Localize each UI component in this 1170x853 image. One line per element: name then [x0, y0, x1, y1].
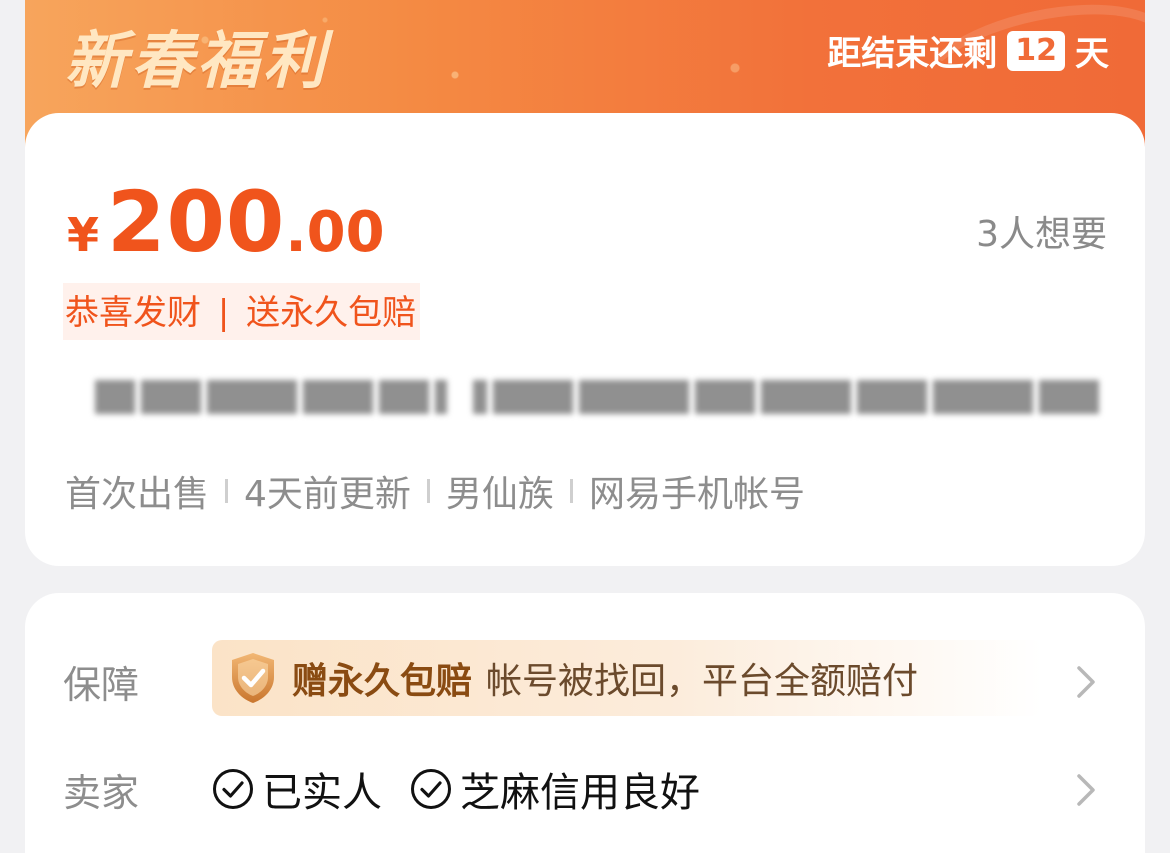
listing-info-card: ¥ 200 .00 3人想要 恭喜发财 | 送永久包赔 首次出售 4天前更新 男…: [25, 113, 1145, 566]
badge-credit: 芝麻信用良好: [410, 760, 700, 818]
seller-label: 卖家: [63, 771, 140, 815]
price-currency: ¥: [67, 208, 100, 262]
meta-divider: [225, 479, 229, 503]
listing-title-redacted: [95, 369, 1105, 425]
meta-updated: 4天前更新: [244, 474, 411, 515]
shield-check-icon: [232, 653, 274, 703]
listing-meta: 首次出售 4天前更新 男仙族 网易手机帐号: [65, 465, 805, 517]
chevron-right-icon: [1077, 774, 1095, 806]
wants-count: 3人想要: [976, 214, 1107, 255]
meta-first-sale: 首次出售: [65, 474, 210, 515]
chevron-right-icon: [1077, 666, 1095, 698]
meta-divider: [569, 479, 573, 503]
guarantee-label: 保障: [63, 663, 140, 707]
guarantee-row[interactable]: 保障 赠永久包赔 帐号被找回，平台全额赔付: [25, 640, 1145, 720]
countdown: 距结束还剩 12 天: [827, 26, 1109, 75]
banner-title: 新春福利: [65, 24, 330, 97]
price-decimal: .00: [285, 200, 385, 265]
seller-row[interactable]: 卖家 已实人 芝麻信用良好: [25, 748, 1145, 828]
guarantee-card: 保障 赠永久包赔 帐号被找回，平台全额赔付 卖家 已实人 芝麻信用良好: [25, 593, 1145, 853]
badge-credit-label: 芝麻信用良好: [460, 770, 700, 816]
seller-badges: 已实人 芝麻信用良好: [212, 760, 700, 818]
meta-divider: [426, 479, 430, 503]
promo-tag-right: 送永久包赔: [246, 293, 417, 333]
countdown-prefix: 距结束还剩: [827, 34, 998, 74]
guarantee-highlight: 赠永久包赔: [292, 661, 473, 702]
badge-verified-label: 已实人: [262, 770, 382, 816]
promo-tag-left: 恭喜发财: [65, 293, 201, 333]
promo-tag: 恭喜发财 | 送永久包赔: [63, 283, 421, 340]
promo-tag-separator: |: [217, 293, 230, 333]
guarantee-pill: 赠永久包赔 帐号被找回，平台全额赔付: [212, 640, 1042, 716]
countdown-days: 12: [1007, 30, 1065, 71]
check-circle-icon: [213, 769, 253, 809]
meta-account-type: 网易手机帐号: [588, 474, 805, 515]
badge-verified: 已实人: [212, 760, 382, 818]
price-integer: 200: [107, 173, 286, 271]
price: ¥ 200 .00: [67, 173, 385, 271]
meta-faction: 男仙族: [445, 474, 554, 515]
check-circle-icon: [411, 769, 451, 809]
countdown-suffix: 天: [1075, 34, 1109, 74]
guarantee-description: 帐号被找回，平台全额赔付: [486, 661, 919, 702]
